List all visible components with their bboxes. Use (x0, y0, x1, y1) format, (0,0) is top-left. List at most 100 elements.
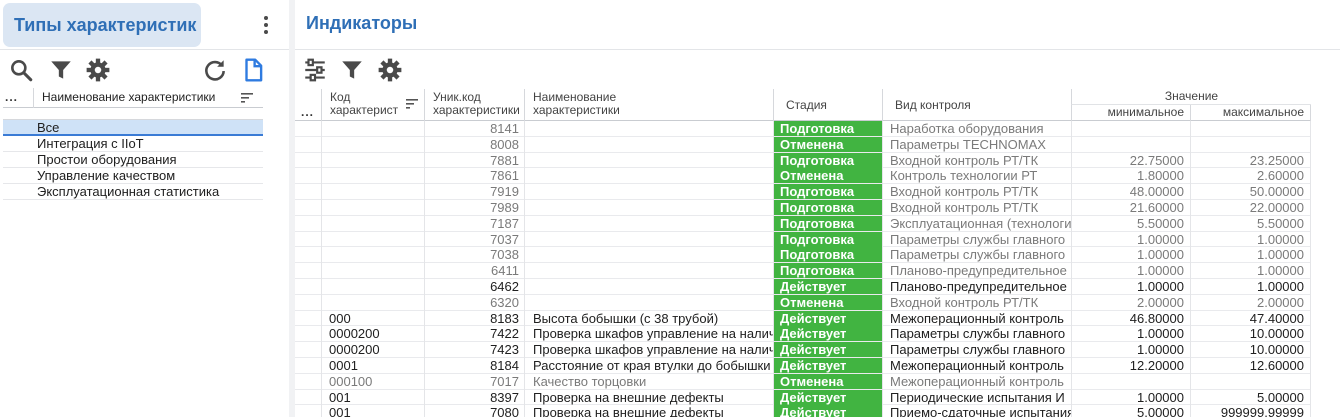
cell-name: Проверка шкафов управление на наличие (524, 326, 773, 343)
list-item[interactable]: Все (3, 120, 263, 136)
table-row[interactable]: 001 7080 Проверка на внешние дефекты Действ… (295, 405, 1311, 417)
list-item[interactable]: Интеграция с IIoT (3, 136, 263, 152)
column-header-max[interactable]: максимальное (1190, 105, 1311, 121)
gear-icon[interactable] (85, 57, 111, 83)
status-badge: Подготовка (774, 199, 882, 215)
list-item[interactable]: Эксплуатационная статистика (3, 184, 263, 200)
characteristic-types-tab[interactable]: Типы характеристик (3, 3, 201, 47)
cell-uid: 7187 (424, 215, 524, 232)
cell-name: Качество торцовки (524, 373, 773, 390)
table-header: ... Код характерист Уник.код характерист… (295, 89, 1311, 121)
table-row[interactable]: 6320 Отменена Входной контроль РТ/ТК 2.0000… (295, 294, 1311, 311)
cell-min: 1.00000 (1071, 278, 1190, 295)
table-row[interactable]: 7187 Подготовка Эксплуатационная (технолог… (295, 215, 1311, 232)
cell-stage: Подготовка (773, 199, 882, 216)
right-toolbar (295, 52, 1340, 88)
cell-code (321, 199, 424, 216)
status-badge: Подготовка (774, 231, 882, 247)
cell-kind: Входной контроль РТ/ТК (882, 152, 1071, 169)
table-row[interactable]: 000 8183 Высота бобышки (с 38 трубой) Дейст… (295, 310, 1311, 327)
table-row[interactable]: 7989 Подготовка Входной контроль РТ/ТК 21.6… (295, 199, 1311, 216)
cell-name (524, 247, 773, 264)
cell-max: 1.00000 (1190, 247, 1311, 264)
cell-stage: Подготовка (773, 184, 882, 200)
row-menu-icon[interactable]: ... (5, 90, 18, 104)
table-row[interactable]: 0000200 7422 Проверка шкафов управление на… (295, 326, 1311, 343)
column-header-name[interactable]: Наименование характеристики (33, 88, 263, 108)
list-item[interactable]: Простои оборудования (3, 152, 263, 168)
kebab-menu-icon[interactable] (257, 14, 275, 36)
cell-uid: 8008 (424, 136, 524, 153)
table-row[interactable]: 7919 Подготовка Входной контроль РТ/ТК 48.0… (295, 184, 1311, 200)
document-icon[interactable] (240, 57, 266, 83)
filter-icon[interactable] (339, 57, 365, 83)
cell-min (1071, 121, 1190, 137)
cell-stage: Отменена (773, 373, 882, 390)
cell-kind: Контроль технологии РТ (882, 168, 1071, 185)
table-row[interactable]: 000100 7017 Качество торцовки Отменена Межоп… (295, 373, 1311, 390)
column-header-name[interactable]: Наименование характеристики (524, 89, 773, 121)
cell-stage: Отменена (773, 136, 882, 153)
cell-stage: Действует (773, 342, 882, 358)
status-badge: Подготовка (774, 121, 882, 136)
status-badge: Действует (774, 342, 882, 358)
status-badge: Подготовка (774, 215, 882, 231)
cell-kind: Межоперационный контроль (882, 357, 1071, 374)
cell-code: 001 (321, 405, 424, 417)
gear-icon[interactable] (377, 57, 403, 83)
cell-kind: Эксплуатационная (технологическая) (882, 215, 1071, 232)
cell-max: 10.00000 (1190, 342, 1311, 358)
column-group-value: Значение (1071, 89, 1311, 105)
table-row[interactable]: 7861 Отменена Контроль технологии РТ 1.8000… (295, 168, 1311, 185)
cell-stage: Действует (773, 357, 882, 374)
list-item[interactable]: Управление качеством (3, 168, 263, 184)
status-badge: Действует (774, 278, 882, 294)
cell-name (524, 168, 773, 185)
cell-stage: Отменена (773, 294, 882, 311)
column-header-uid[interactable]: Уник.код характеристики (424, 89, 524, 121)
table-row[interactable]: 6462 Действует Планово-предупредительное 1.… (295, 278, 1311, 295)
table-row[interactable]: 8008 Отменена Параметры TECHNOMAX (295, 136, 1311, 153)
cell-uid: 8183 (424, 310, 524, 327)
cell-uid: 6462 (424, 278, 524, 295)
cell-name (524, 215, 773, 232)
table-row[interactable]: 8141 Подготовка Наработка оборудования (295, 121, 1311, 137)
left-table-header: ... Наименование характеристики (3, 88, 263, 108)
sort-icon[interactable] (241, 92, 253, 103)
cell-name (524, 278, 773, 295)
column-settings-icon[interactable] (302, 57, 328, 83)
table-row[interactable]: 0000200 7423 Проверка шкафов управление на… (295, 342, 1311, 358)
cell-kind: Планово-предупредительное (882, 278, 1071, 295)
status-badge: Отменена (774, 168, 882, 184)
row-menu-icon[interactable]: ... (301, 105, 314, 119)
cell-max: 10.00000 (1190, 326, 1311, 343)
cell-code (321, 278, 424, 295)
cell-stage: Подготовка (773, 215, 882, 232)
cell-stage: Действует (773, 326, 882, 343)
table-row[interactable]: 001 8397 Проверка на внешние дефекты Действ… (295, 389, 1311, 406)
cell-name (524, 199, 773, 216)
cell-min: 1.00000 (1071, 231, 1190, 248)
table-row[interactable]: 7037 Подготовка Параметры службы главного 1… (295, 231, 1311, 248)
cell-kind: Межоперационный контроль (882, 373, 1071, 390)
cell-uid: 7080 (424, 405, 524, 417)
cell-stage: Действует (773, 405, 882, 417)
cell-kind: Входной контроль РТ/ТК (882, 184, 1071, 200)
column-header-code[interactable]: Код характерист (321, 89, 424, 121)
table-row[interactable]: 7038 Подготовка Параметры службы главного 1… (295, 247, 1311, 264)
column-header-min[interactable]: минимальное (1071, 105, 1190, 121)
cell-max: 1.00000 (1190, 263, 1311, 279)
sort-icon[interactable] (406, 98, 418, 109)
refresh-icon[interactable] (202, 57, 228, 83)
cell-code (321, 231, 424, 248)
search-icon[interactable] (8, 57, 34, 83)
cell-kind: Параметры службы главного (882, 231, 1071, 248)
column-header-kind[interactable]: Вид контроля (882, 89, 1071, 121)
table-row[interactable]: 7881 Подготовка Входной контроль РТ/ТК 22.7… (295, 152, 1311, 169)
table-row[interactable]: 0001 8184 Расстояние от края втулки до боб… (295, 357, 1311, 374)
column-header-stage[interactable]: Стадия (773, 89, 882, 121)
filter-icon[interactable] (48, 57, 74, 83)
table-row[interactable]: 6411 Подготовка Планово-предупредительное 1… (295, 263, 1311, 279)
cell-min: 46.80000 (1071, 310, 1190, 327)
cell-code (321, 294, 424, 311)
